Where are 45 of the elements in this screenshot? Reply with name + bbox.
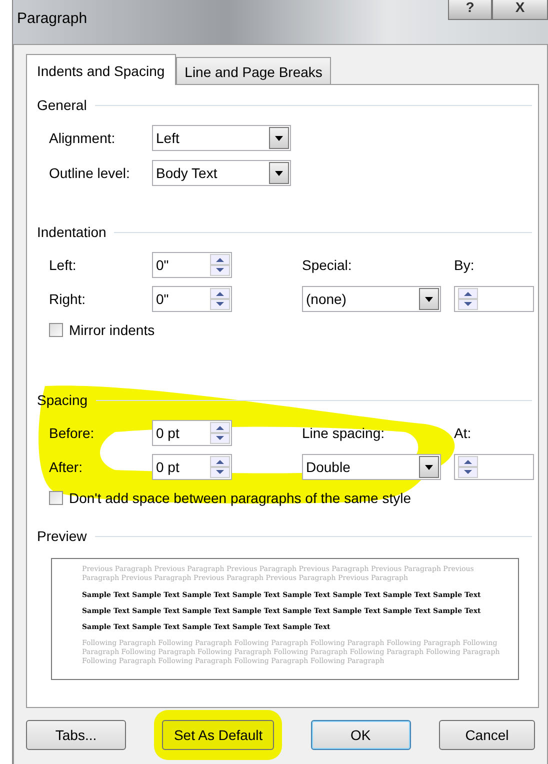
spin-field[interactable]: 0 pt: [152, 454, 232, 480]
field-label: Left:: [49, 257, 78, 273]
checkbox[interactable]: [49, 323, 63, 337]
dialog-button[interactable]: Tabs...: [26, 720, 126, 750]
dropdown[interactable]: Double: [302, 454, 441, 480]
spin-arrows-icon: [210, 288, 230, 310]
tab[interactable]: Indents and Spacing: [26, 54, 176, 85]
spin-field[interactable]: [454, 454, 534, 480]
spin-field[interactable]: 0": [152, 252, 232, 278]
spin-field[interactable]: [454, 286, 534, 312]
field-label: Right:: [49, 291, 87, 307]
dialog-button[interactable]: OK: [310, 720, 411, 750]
field-label: After:: [49, 459, 84, 475]
spin-field[interactable]: 0": [152, 286, 232, 312]
dropdown-arrow-icon: [275, 170, 283, 176]
section-heading: Preview: [37, 528, 87, 544]
spin-field[interactable]: 0 pt: [152, 420, 232, 446]
dropdown[interactable]: Body Text: [152, 160, 291, 186]
spin-arrows-icon: [458, 288, 478, 310]
field-label: By:: [454, 257, 476, 273]
dialog-button[interactable]: Cancel: [438, 720, 535, 750]
spin-arrows-icon: [210, 254, 230, 276]
field-label: Line spacing:: [302, 425, 386, 441]
spin-arrows-icon: [210, 422, 230, 444]
field-label: Alignment:: [49, 130, 116, 146]
checkbox[interactable]: [49, 491, 63, 505]
spin-arrows-icon: [210, 456, 230, 478]
section-heading: Indentation: [37, 224, 106, 240]
dropdown-arrow-icon: [425, 296, 433, 302]
spin-arrows-icon: [458, 456, 478, 478]
checkbox-label[interactable]: Mirror indents: [69, 322, 155, 338]
dropdown-arrow-icon: [275, 136, 283, 140]
dropdown-arrow-icon: [425, 464, 433, 470]
section-heading: General: [37, 97, 87, 113]
field-label: Special:: [302, 257, 353, 273]
dropdown[interactable]: Left: [152, 125, 291, 151]
dialog-button[interactable]: Set As Default: [162, 720, 274, 750]
field-label: Before:: [49, 425, 96, 441]
field-label: At:: [454, 425, 472, 441]
window-title: Paragraph: [17, 10, 88, 27]
dropdown[interactable]: (none): [302, 286, 441, 312]
close-button[interactable]: X: [492, 0, 548, 20]
help-button[interactable]: ?: [448, 0, 492, 20]
field-label: Outline level:: [49, 165, 131, 181]
tab[interactable]: Line and Page Breaks: [176, 57, 332, 84]
